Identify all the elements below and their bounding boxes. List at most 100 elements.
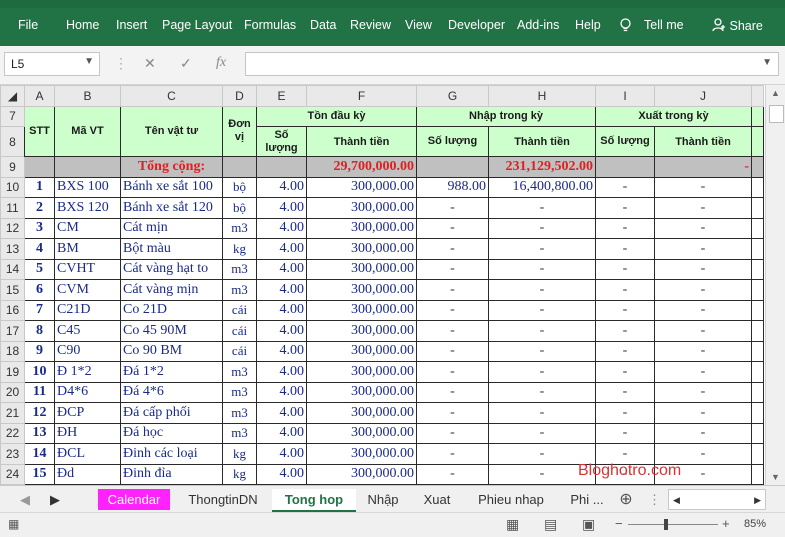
don-vi-cell[interactable]: cái [222, 340, 257, 362]
xuat-thanh-tien-cell[interactable]: - [654, 197, 752, 219]
ma-vt-cell[interactable]: D4*6 [54, 381, 121, 403]
ten-vat-tu-cell[interactable]: Co 90 BM [120, 340, 223, 362]
formula-input[interactable]: ▼ [245, 52, 779, 76]
ton-thanh-tien-cell[interactable]: 300,000.00 [306, 463, 417, 485]
don-vi-cell[interactable]: m3 [222, 361, 257, 383]
cell[interactable] [751, 402, 764, 424]
xuat-thanh-tien-cell[interactable]: - [654, 258, 752, 280]
ten-vat-tu-cell[interactable]: Co 21D [120, 299, 223, 321]
normal-view-icon[interactable]: ▦ [506, 516, 519, 533]
ten-vat-tu-cell[interactable]: Đá cấp phối [120, 402, 223, 424]
xuat-so-luong-cell[interactable]: - [595, 217, 655, 239]
ton-so-luong-cell[interactable]: 4.00 [256, 279, 307, 301]
column-header[interactable]: G [416, 85, 489, 107]
row-header[interactable]: 16 [0, 299, 25, 321]
ma-vt-cell[interactable]: CVHT [54, 258, 121, 280]
ma-vt-cell[interactable]: BXS 100 [54, 176, 121, 198]
sheet-tab-thongtindn[interactable]: ThongtinDN [180, 489, 266, 510]
don-vi-header[interactable]: Đơn vị [222, 105, 257, 157]
ton-thanh-tien-header[interactable]: Thành tiền [306, 126, 417, 157]
xuat-trong-ky-header[interactable]: Xuất trong kỳ [595, 105, 752, 127]
ton-thanh-tien-cell[interactable]: 300,000.00 [306, 402, 417, 424]
nhap-thanh-tien-cell[interactable]: - [488, 361, 596, 383]
don-vi-cell[interactable]: kg [222, 463, 257, 485]
worksheet-grid[interactable]: ◢ A B C D E F G H I J 7 STT Mã VT Tên vậ… [0, 85, 765, 485]
xuat-thanh-tien-header[interactable]: Thành tiền [654, 126, 752, 157]
stt-cell[interactable]: 6 [24, 279, 55, 301]
scroll-right-icon[interactable]: ▶ [754, 490, 761, 511]
tab-view[interactable]: View [405, 18, 432, 32]
sheet-tab-nhap[interactable]: Nhập [360, 489, 406, 510]
ton-so-luong-cell[interactable]: 4.00 [256, 299, 307, 321]
cell[interactable] [222, 156, 257, 178]
sheet-tab-xuat[interactable]: Xuat [416, 489, 458, 510]
xuat-thanh-tien-cell[interactable]: - [654, 279, 752, 301]
nhap-so-luong-cell[interactable]: - [416, 197, 489, 219]
ton-so-luong-cell[interactable]: 4.00 [256, 402, 307, 424]
xuat-so-luong-cell[interactable]: - [595, 422, 655, 444]
xuat-thanh-tien-cell[interactable]: - [654, 238, 752, 260]
tab-file[interactable]: File [18, 18, 38, 32]
xuat-so-luong-cell[interactable]: - [595, 197, 655, 219]
row-header[interactable]: 17 [0, 320, 25, 342]
cell[interactable] [751, 176, 764, 198]
cell[interactable] [751, 443, 764, 465]
prev-sheet-icon[interactable]: ◀ [18, 489, 32, 510]
sheet-tab-more[interactable]: Phi ... [562, 489, 612, 510]
cell[interactable] [751, 258, 764, 280]
stt-cell[interactable]: 4 [24, 238, 55, 260]
horizontal-scrollbar[interactable]: ◀ ▶ [668, 489, 766, 510]
row-header[interactable]: 18 [0, 340, 25, 362]
column-header[interactable]: A [24, 85, 55, 107]
xuat-so-luong-cell[interactable]: - [595, 443, 655, 465]
don-vi-cell[interactable]: m3 [222, 381, 257, 403]
xuat-thanh-tien-cell[interactable]: - [654, 443, 752, 465]
column-header[interactable]: F [306, 85, 417, 107]
row-header[interactable]: 24 [0, 463, 25, 485]
cell[interactable] [416, 156, 489, 178]
cell[interactable] [751, 279, 764, 301]
ma-vt-cell[interactable]: C90 [54, 340, 121, 362]
row-header[interactable]: 13 [0, 238, 25, 260]
tab-review[interactable]: Review [350, 18, 391, 32]
nhap-thanh-tien-cell[interactable]: - [488, 299, 596, 321]
row-header[interactable]: 19 [0, 361, 25, 383]
column-header[interactable]: I [595, 85, 655, 107]
column-header[interactable]: J [654, 85, 752, 107]
ton-so-luong-cell[interactable]: 4.00 [256, 320, 307, 342]
xuat-thanh-tien-cell[interactable]: - [654, 422, 752, 444]
nhap-so-luong-cell[interactable]: - [416, 381, 489, 403]
don-vi-cell[interactable]: kg [222, 443, 257, 465]
row-header[interactable]: 21 [0, 402, 25, 424]
cell[interactable] [751, 463, 764, 485]
ten-vat-tu-cell[interactable]: Cát vàng mịn [120, 279, 223, 301]
ma-vt-cell[interactable]: CM [54, 217, 121, 239]
cell[interactable] [751, 238, 764, 260]
ten-vat-tu-cell[interactable]: Bột màu [120, 238, 223, 260]
xuat-thanh-tien-cell[interactable]: - [654, 402, 752, 424]
xuat-so-luong-cell[interactable]: - [595, 258, 655, 280]
nhap-so-luong-cell[interactable]: - [416, 443, 489, 465]
ma-vt-cell[interactable]: ĐCL [54, 443, 121, 465]
nhap-thanh-tien-cell[interactable]: - [488, 381, 596, 403]
scroll-up-icon[interactable]: ▲ [771, 88, 780, 98]
ten-vat-tu-cell[interactable]: Cát vàng hạt to [120, 258, 223, 280]
ten-vat-tu-header[interactable]: Tên vật tư [120, 105, 223, 157]
nhap-thanh-tien-cell[interactable]: - [488, 422, 596, 444]
don-vi-cell[interactable]: m3 [222, 402, 257, 424]
row-header[interactable]: 15 [0, 279, 25, 301]
cell[interactable] [54, 156, 121, 178]
column-header[interactable] [751, 85, 764, 107]
xuat-thanh-tien-cell[interactable]: - [654, 299, 752, 321]
don-vi-cell[interactable]: kg [222, 238, 257, 260]
column-header[interactable]: C [120, 85, 223, 107]
tab-add-ins[interactable]: Add-ins [517, 18, 559, 32]
sheet-tab-tong-hop[interactable]: Tong hop [272, 489, 356, 512]
don-vi-cell[interactable]: m3 [222, 279, 257, 301]
zoom-level[interactable]: 85% [744, 518, 766, 530]
total-label[interactable]: Tổng cộng: [120, 156, 223, 178]
xuat-so-luong-cell[interactable]: - [595, 402, 655, 424]
stt-cell[interactable]: 7 [24, 299, 55, 321]
column-header[interactable]: H [488, 85, 596, 107]
stt-cell[interactable]: 12 [24, 402, 55, 424]
